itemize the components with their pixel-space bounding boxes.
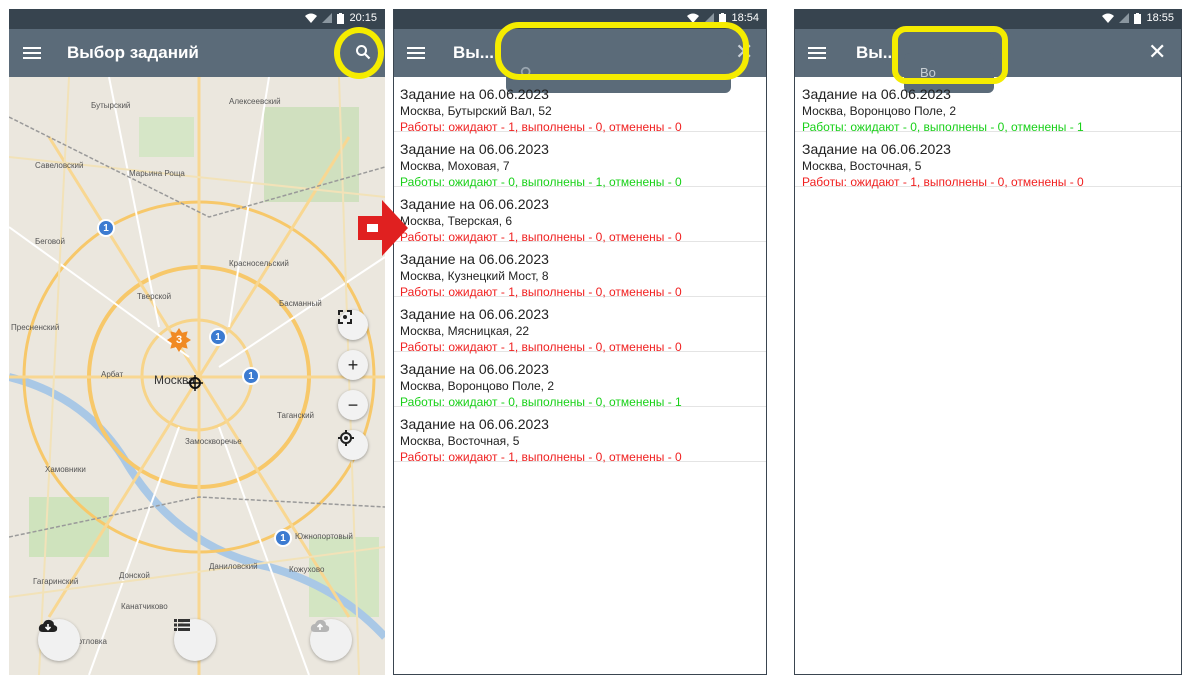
task-title: Задание на 06.06.2023 — [802, 141, 951, 157]
task-address: Москва, Восточная, 5 — [400, 434, 520, 448]
zoom-in-icon: + — [347, 354, 359, 375]
my-location-icon — [338, 430, 354, 446]
page-title: Вы... — [453, 43, 494, 62]
filtered-list-screen: 18:55 Вы... Во ✕ Задание на 06.06.2023 М… — [794, 9, 1182, 675]
task-marker[interactable]: 1 — [242, 367, 260, 385]
task-address: Москва, Воронцово Поле, 2 — [400, 379, 555, 393]
map-label: Донской — [119, 571, 150, 580]
map-center-crosshair-icon — [187, 375, 203, 391]
task-title: Задание на 06.06.2023 — [400, 196, 549, 212]
task-address: Москва, Мясницкая, 22 — [400, 324, 530, 338]
list-item[interactable]: Задание на 06.06.2023 Москва, Кузнецкий … — [393, 242, 767, 299]
task-address: Москва, Восточная, 5 — [802, 159, 922, 173]
task-title: Задание на 06.06.2023 — [400, 416, 549, 432]
task-list-screen: 18:54 Вы... ✕ Задание на 06.06.2023 Моск… — [393, 9, 767, 675]
list-item[interactable]: Задание на 06.06.2023 Москва, Моховая, 7… — [393, 132, 767, 189]
highlight-search-text — [892, 26, 1008, 84]
list-item[interactable]: Задание на 06.06.2023 Москва, Воронцово … — [393, 352, 767, 409]
task-title: Задание на 06.06.2023 — [400, 306, 549, 322]
menu-icon[interactable] — [808, 44, 826, 62]
battery-icon — [337, 12, 345, 24]
page-title: Вы... — [856, 43, 897, 62]
map-label: Бутырский — [91, 101, 131, 110]
list-item[interactable]: Задание на 06.06.2023 Москва, Бутырский … — [393, 77, 767, 134]
status-time: 18:54 — [731, 12, 759, 24]
list-item[interactable]: Задание на 06.06.2023 Москва, Мясницкая,… — [393, 297, 767, 354]
zoom-out-icon: − — [347, 394, 359, 415]
task-list: Задание на 06.06.2023 Москва, Воронцово … — [794, 77, 1182, 189]
map-label: Красносельский — [229, 259, 289, 268]
task-status: Работы: ожидают - 1, выполнены - 0, отме… — [400, 450, 682, 464]
list-view-button[interactable] — [174, 619, 216, 661]
task-title: Задание на 06.06.2023 — [400, 361, 549, 377]
status-bar: 20:15 — [9, 9, 385, 29]
map-label: Южнопортовый — [295, 532, 353, 541]
close-icon[interactable]: ✕ — [1148, 39, 1166, 65]
map-label: Басманный — [279, 299, 322, 308]
task-title: Задание на 06.06.2023 — [802, 86, 951, 102]
map-label: Арбат — [101, 370, 124, 379]
task-title: Задание на 06.06.2023 — [400, 86, 549, 102]
task-marker[interactable]: 1 — [97, 219, 115, 237]
list-item[interactable]: Задание на 06.06.2023 Москва, Восточная,… — [794, 132, 1182, 189]
cloud-upload-icon — [310, 619, 330, 632]
arrow-right-icon — [358, 200, 408, 256]
menu-icon[interactable] — [23, 44, 41, 62]
upload-button[interactable] — [310, 619, 352, 661]
task-address: Москва, Тверская, 6 — [400, 214, 513, 228]
task-address: Москва, Бутырский Вал, 52 — [400, 104, 552, 118]
map-label: Гагаринский — [33, 577, 79, 586]
task-address: Москва, Моховая, 7 — [400, 159, 510, 173]
status-time: 18:55 — [1146, 12, 1174, 24]
download-button[interactable] — [38, 619, 80, 661]
my-location-button[interactable] — [338, 430, 368, 460]
map-view[interactable]: Бутырский Алексеевский Савеловский Марьи… — [9, 77, 385, 675]
status-time: 20:15 — [349, 12, 377, 24]
wifi-icon — [305, 13, 318, 23]
cloud-download-icon — [38, 619, 58, 632]
page-title: Выбор заданий — [67, 43, 199, 62]
map-label: Канатчиково — [121, 602, 168, 611]
task-list: Задание на 06.06.2023 Москва, Бутырский … — [393, 77, 767, 464]
task-marker[interactable]: 1 — [209, 328, 227, 346]
fit-view-icon — [338, 310, 352, 324]
list-item[interactable]: Задание на 06.06.2023 Москва, Восточная,… — [393, 407, 767, 464]
fit-view-button[interactable] — [338, 310, 368, 340]
task-title: Задание на 06.06.2023 — [400, 251, 549, 267]
task-status: Работы: ожидают - 1, выполнены - 0, отме… — [802, 175, 1084, 189]
task-address: Москва, Воронцово Поле, 2 — [802, 104, 957, 118]
battery-icon — [1134, 12, 1142, 24]
map-label: Хамовники — [45, 465, 86, 474]
wifi-icon — [1102, 13, 1115, 23]
map-label: Кожухово — [289, 565, 325, 574]
zoom-out-button[interactable]: − — [338, 390, 368, 420]
map-label: Пресненский — [11, 323, 60, 332]
zoom-in-button[interactable]: + — [338, 350, 368, 380]
map-label: Савеловский — [35, 161, 84, 170]
task-address: Москва, Кузнецкий Мост, 8 — [400, 269, 549, 283]
signal-icon — [1119, 13, 1130, 23]
task-cluster[interactable]: 3 — [167, 328, 191, 352]
highlight-search-field — [495, 22, 749, 80]
task-title: Задание на 06.06.2023 — [400, 141, 549, 157]
map-label: Беговой — [35, 237, 65, 246]
map-label: Замоскворечье — [185, 437, 242, 446]
map-label: Таганский — [277, 411, 315, 420]
list-item[interactable]: Задание на 06.06.2023 Москва, Воронцово … — [794, 77, 1182, 134]
menu-icon[interactable] — [407, 44, 425, 62]
task-marker[interactable]: 1 — [274, 529, 292, 547]
map-label: Тверской — [137, 292, 172, 301]
map-screen: 20:15 Выбор заданий Бутырский Алексеевск… — [9, 9, 385, 675]
map-label: Марьина Роща — [129, 169, 185, 178]
app-bar: Выбор заданий — [9, 29, 385, 77]
list-item[interactable]: Задание на 06.06.2023 Москва, Тверская, … — [393, 187, 767, 244]
highlight-search-button — [334, 27, 384, 79]
signal-icon — [322, 13, 333, 23]
map-label: Алексеевский — [229, 97, 281, 106]
map-label: Даниловский — [209, 562, 258, 571]
list-icon — [174, 619, 190, 631]
